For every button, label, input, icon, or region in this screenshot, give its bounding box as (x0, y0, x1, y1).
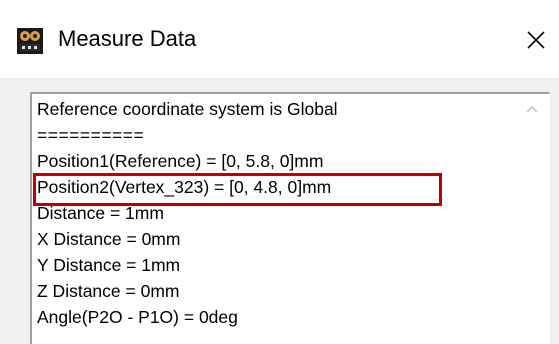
edt-app-icon (17, 28, 43, 54)
output-line-z-distance: Z Distance = 0mm (37, 281, 180, 301)
measure-output-textbox[interactable]: Reference coordinate system is Global ==… (30, 92, 550, 344)
output-line-distance: Distance = 1mm (37, 203, 164, 223)
measure-output-lines: Reference coordinate system is Global ==… (37, 96, 497, 330)
dialog-body: Reference coordinate system is Global ==… (0, 79, 559, 344)
output-line-x-distance: X Distance = 0mm (37, 229, 181, 249)
window-title: Measure Data (58, 26, 197, 51)
output-line-y-distance: Y Distance = 1mm (37, 255, 181, 275)
scroll-up-button[interactable] (515, 94, 549, 124)
output-line-position2: Position2(Vertex_323) = [0, 4.8, 0]mm (37, 177, 332, 197)
output-line-reference-system: Reference coordinate system is Global (37, 99, 338, 119)
output-line-angle: Angle(P2O - P1O) = 0deg (37, 307, 238, 327)
measure-data-dialog: Measure Data Reference coordinate system… (0, 0, 559, 344)
output-line-position1: Position1(Reference) = [0, 5.8, 0]mm (37, 151, 324, 171)
close-button[interactable] (516, 20, 556, 60)
chevron-up-icon (526, 105, 538, 113)
title-bar[interactable]: Measure Data (0, 0, 559, 79)
close-icon (527, 31, 545, 49)
vertical-scrollbar[interactable] (515, 94, 549, 344)
output-line-separator: ========== (37, 125, 145, 145)
